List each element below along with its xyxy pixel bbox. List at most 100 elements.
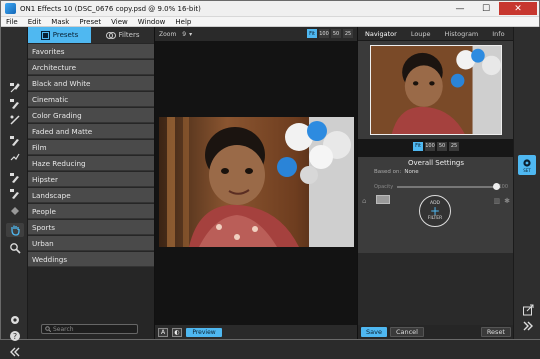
preview-bottom-bar: A ◐ Preview	[155, 325, 358, 339]
export-icon[interactable]	[519, 303, 537, 317]
category-favorites[interactable]: Favorites	[28, 44, 154, 59]
mask-brush-icon[interactable]	[6, 97, 24, 111]
tab-presets[interactable]: Presets	[28, 27, 91, 43]
category-urban[interactable]: Urban	[28, 236, 154, 251]
menu-preset[interactable]: Preset	[74, 18, 106, 26]
action-bar: Save Cancel Reset	[358, 325, 514, 339]
zoom-fit-button[interactable]: Fit	[307, 29, 317, 38]
search-input[interactable]: Search	[41, 324, 138, 334]
zoom-25-button[interactable]: 25	[343, 29, 353, 38]
zoom-value: 9	[182, 30, 187, 38]
reset-button[interactable]: Reset	[480, 327, 511, 337]
navigator-view	[358, 41, 514, 139]
tab-loupe[interactable]: Loupe	[404, 30, 438, 38]
menu-view[interactable]: View	[106, 18, 133, 26]
tab-filters[interactable]: Filters	[91, 27, 154, 43]
gear-icon[interactable]: ✱	[504, 197, 510, 205]
category-black-and-white[interactable]: Black and White	[28, 76, 154, 91]
menu-help[interactable]: Help	[170, 18, 196, 26]
preview-button[interactable]: Preview	[186, 327, 222, 337]
nav-zoom-50-button[interactable]: 50	[437, 141, 447, 151]
nav-zoom-100-button[interactable]: 100	[425, 141, 435, 151]
based-on-value: None	[404, 169, 419, 175]
zoom-tool-icon[interactable]	[6, 241, 24, 255]
nav-zoom-fit-button[interactable]: Fit	[413, 141, 423, 151]
gear-icon	[523, 158, 531, 167]
split-view-icon[interactable]: ◐	[172, 327, 182, 337]
opacity-slider[interactable]	[397, 183, 501, 190]
zoom-50-button[interactable]: 50	[331, 29, 341, 38]
compare-a-button[interactable]: A	[158, 327, 168, 337]
navigator-zoom-buttons: Fit 100 50 25	[358, 139, 514, 153]
overall-settings-panel: Overall Settings Based on: None Opacity 1…	[358, 157, 514, 253]
opacity-label: Opacity	[374, 184, 394, 190]
menu-mask[interactable]: Mask	[46, 18, 74, 26]
zoom-100-button[interactable]: 100	[319, 29, 329, 38]
settings-gear-icon[interactable]	[6, 313, 24, 327]
tab-filters-label: Filters	[118, 31, 140, 39]
retouch-icon[interactable]	[6, 171, 24, 185]
category-sports[interactable]: Sports	[28, 220, 154, 235]
mask-lock-icon[interactable]: ⌂	[362, 197, 370, 205]
panel-tabs: Presets Filters	[28, 27, 154, 43]
left-toolbar: ?	[1, 27, 28, 357]
tab-presets-label: Presets	[52, 31, 79, 39]
category-weddings[interactable]: Weddings	[28, 252, 154, 267]
category-cinematic[interactable]: Cinematic	[28, 92, 154, 107]
category-faded-and-matte[interactable]: Faded and Matte	[28, 124, 154, 139]
category-film[interactable]: Film	[28, 140, 154, 155]
tab-navigator[interactable]: Navigator	[358, 30, 404, 38]
hand-tool-icon[interactable]	[6, 223, 24, 237]
category-hipster[interactable]: Hipster	[28, 172, 154, 187]
main-photo[interactable]	[159, 117, 354, 247]
settings-panel-button[interactable]: SET	[518, 155, 536, 175]
clone-stamp-icon[interactable]	[6, 187, 24, 201]
based-on-label: Based on:	[374, 169, 402, 175]
tab-info[interactable]: Info	[485, 30, 511, 38]
collapse-left-icon[interactable]	[6, 345, 24, 359]
preview-toolbar: Zoom 9 ▾ Fit 100 50 25	[155, 27, 357, 41]
line-mask-icon[interactable]	[6, 113, 24, 127]
title-bar: ON1 Effects 10 (DSC_0676 copy.psd @ 9.0%…	[1, 1, 539, 17]
collapse-right-icon[interactable]	[519, 319, 537, 333]
add-filter-bottom-label: FILTER	[427, 216, 443, 221]
navigator-tabs: Navigator Loupe Histogram Info	[358, 27, 513, 41]
category-architecture[interactable]: Architecture	[28, 60, 154, 75]
search-placeholder: Search	[53, 325, 74, 333]
category-color-grading[interactable]: Color Grading	[28, 108, 154, 123]
mask-thumbnail[interactable]	[376, 195, 390, 204]
menu-window[interactable]: Window	[133, 18, 171, 26]
chisel-icon[interactable]	[6, 150, 24, 164]
cancel-button[interactable]: Cancel	[389, 327, 424, 337]
tab-histogram[interactable]: Histogram	[438, 30, 486, 38]
minimize-button[interactable]: —	[447, 2, 473, 15]
help-icon[interactable]: ?	[6, 329, 24, 343]
window-controls: — ☐ ✕	[447, 2, 537, 15]
save-button[interactable]: Save	[361, 327, 387, 337]
refine-brush-icon[interactable]	[6, 134, 24, 148]
add-filter-button[interactable]: ADD + FILTER	[419, 195, 451, 227]
menu-file[interactable]: File	[1, 18, 23, 26]
overall-tools: ▥ ✱	[494, 197, 511, 205]
category-haze-reducing[interactable]: Haze Reducing	[28, 156, 154, 171]
category-people[interactable]: People	[28, 204, 154, 219]
trash-icon[interactable]: ▥	[494, 197, 501, 205]
close-button[interactable]: ✕	[499, 2, 537, 15]
search-icon	[45, 326, 51, 332]
right-panel: Navigator Loupe Histogram Info Fit 100 5…	[357, 27, 514, 339]
zoom-select[interactable]: 9 ▾	[182, 31, 192, 38]
zoom-buttons: Fit 100 50 25	[307, 29, 353, 38]
plus-icon: +	[429, 204, 441, 218]
right-toolbar: SET	[513, 27, 540, 339]
category-landscape[interactable]: Landscape	[28, 188, 154, 203]
filters-icon	[105, 31, 116, 39]
maximize-button[interactable]: ☐	[473, 2, 499, 15]
perfect-eraser-icon[interactable]	[6, 203, 24, 217]
brush-tool-icon[interactable]	[6, 81, 24, 95]
menu-bar: File Edit Mask Preset View Window Help	[1, 17, 539, 27]
menu-edit[interactable]: Edit	[23, 18, 47, 26]
app-window: ON1 Effects 10 (DSC_0676 copy.psd @ 9.0%…	[0, 0, 540, 357]
based-on-row: Based on: None	[358, 169, 514, 175]
nav-zoom-25-button[interactable]: 25	[449, 141, 459, 151]
navigator-thumbnail[interactable]	[370, 45, 502, 135]
